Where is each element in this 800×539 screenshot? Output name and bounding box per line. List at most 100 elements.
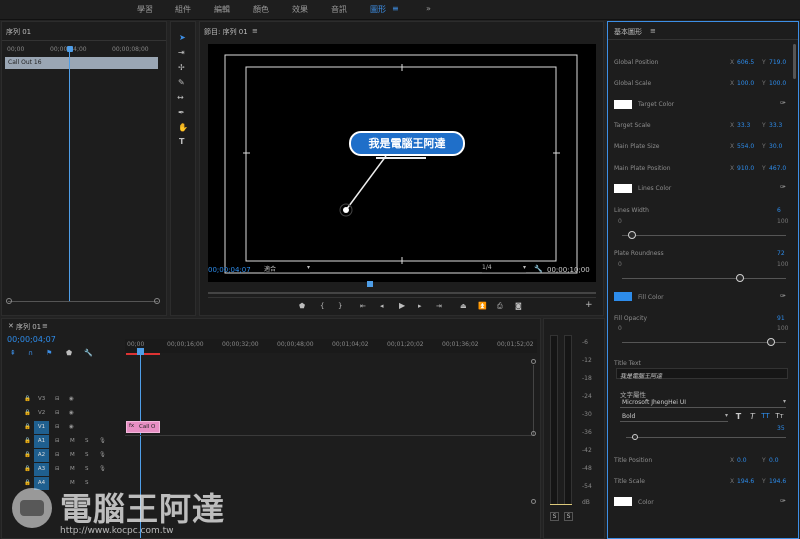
program-playhead[interactable] [367,281,373,287]
go-to-in-icon[interactable]: ⇤ [360,302,366,310]
mic-icon[interactable]: 🎙 [99,452,106,458]
source-playhead-marker[interactable] [67,46,73,52]
timeline-settings-icon[interactable]: 🔧 [84,349,93,357]
lines-width-slider[interactable] [627,231,636,239]
target-scale-x[interactable]: 33.3 [737,122,750,129]
main-plate-size-y[interactable]: 30.0 [769,143,782,150]
callout-title[interactable]: 我是電腦王阿達 [349,131,465,156]
font-style-dropdown[interactable]: Bold ▾ [620,412,728,422]
program-time-ruler[interactable] [208,292,596,294]
target-scale-y[interactable]: 33.3 [769,122,782,129]
track-name[interactable]: V1 [34,421,49,434]
title-text-input[interactable]: 我是電腦王阿達 [616,368,788,380]
step-back-icon[interactable]: ◂ [380,302,384,310]
target-color-swatch[interactable] [614,100,632,109]
solo-right-button[interactable]: S [564,512,573,521]
sync-lock-icon[interactable]: ⊟ [55,410,60,416]
solo-left-button[interactable]: S [550,512,559,521]
main-plate-position-x[interactable]: 910.0 [737,165,754,172]
source-scrollbar[interactable] [8,301,158,302]
mute-icon[interactable]: M [70,466,75,472]
lines-width-track[interactable] [622,235,786,236]
solo-icon[interactable]: S [85,466,89,472]
eyedropper-icon[interactable]: ✑ [780,292,786,300]
razor-tool-icon[interactable]: ✎ [178,79,185,87]
timeline-ruler[interactable]: 00;00 00;00;16;00 00;00;32;00 00;00;48;0… [125,339,537,353]
workspace-editing[interactable]: 編輯 [214,4,230,15]
track-a1[interactable]: 🔒 A1 ⊟ M S 🎙 [2,435,125,448]
sync-lock-icon[interactable]: ⊟ [55,452,60,458]
lift-icon[interactable]: ⏏ [460,302,467,310]
global-position-y[interactable]: 719.0 [769,59,786,66]
workspace-assembly[interactable]: 組件 [175,4,191,15]
solo-icon[interactable]: S [85,452,89,458]
global-scale-y[interactable]: 100.0 [769,80,786,87]
title-color-swatch[interactable] [614,497,632,506]
font-size-track[interactable] [626,437,786,438]
eyedropper-icon[interactable]: ✑ [780,99,786,107]
global-scale-x[interactable]: 100.0 [737,80,754,87]
lines-color-swatch[interactable] [614,184,632,193]
track-a3[interactable]: 🔒 A3 ⊟ M S 🎙 [2,463,125,476]
plate-roundness-track[interactable] [622,278,786,279]
track-v2[interactable]: 🔒 V2 ⊟ ◉ [2,407,125,420]
title-position-x[interactable]: 0.0 [737,457,747,464]
font-size-value[interactable]: 35 [777,425,785,432]
hand-tool-icon[interactable]: ✋ [178,124,188,132]
program-menu-icon[interactable]: ≡ [252,27,258,35]
title-scale-y[interactable]: 194.6 [769,478,786,485]
timeline-timecode[interactable]: 00;00;04;07 [7,335,56,344]
mic-icon[interactable]: 🎙 [99,438,106,444]
timeline-clip-callout[interactable]: fx Call O [126,421,160,433]
ripple-edit-tool-icon[interactable]: ✢ [178,64,185,72]
more-workspaces-icon[interactable]: » [426,4,431,13]
source-scroll-left-handle[interactable] [6,298,12,304]
mic-icon[interactable]: 🎙 [99,466,106,472]
sync-lock-icon[interactable]: ⊟ [55,396,60,402]
export-frame-icon[interactable]: ⎙ [497,302,503,310]
eye-icon[interactable]: ◉ [69,396,74,402]
italic-button[interactable]: T [748,412,757,421]
lock-icon[interactable]: 🔒 [24,438,31,444]
font-size-slider[interactable] [632,434,638,440]
lock-icon[interactable]: 🔒 [24,452,31,458]
workspace-graphics[interactable]: 圖形 [370,4,386,15]
panel-scrollbar[interactable] [793,44,796,79]
go-to-out-icon[interactable]: ⇥ [436,302,442,310]
linked-selection-icon[interactable]: ⚑ [46,349,52,357]
fill-opacity-value[interactable]: 91 [777,315,785,322]
vertical-scroll-handle-mid[interactable] [531,431,536,436]
eyedropper-icon[interactable]: ✑ [780,183,786,191]
resolution-dropdown[interactable]: 1/4 ▾ [482,264,526,273]
global-position-x[interactable]: 606.5 [737,59,754,66]
add-button-icon[interactable]: + [585,301,593,310]
wrench-icon[interactable]: 🔧 [534,265,543,273]
mute-icon[interactable]: M [70,452,75,458]
mark-in-icon[interactable]: { [320,302,324,310]
main-plate-position-y[interactable]: 467.0 [769,165,786,172]
type-tool-icon[interactable]: T [179,138,184,146]
track-name[interactable]: A2 [34,449,49,462]
close-icon[interactable]: ✕ [8,322,14,330]
sync-lock-icon[interactable]: ⊟ [55,466,60,472]
title-position-y[interactable]: 0.0 [769,457,779,464]
snap-icon[interactable]: ∩ [28,349,33,357]
track-name[interactable]: A3 [34,463,49,476]
program-monitor[interactable]: 我是電腦王阿達 [208,44,596,282]
source-clip[interactable]: Call Out 16 [5,57,158,69]
workspace-effects[interactable]: 效果 [292,4,308,15]
main-plate-size-x[interactable]: 554.0 [737,143,754,150]
selection-tool-icon[interactable]: ➤ [179,34,186,42]
program-zoom-bar[interactable] [208,297,596,298]
all-caps-button[interactable]: TT [761,412,770,421]
eye-icon[interactable]: ◉ [69,424,74,430]
workspace-audio[interactable]: 音訊 [331,4,347,15]
track-a2[interactable]: 🔒 A2 ⊟ M S 🎙 [2,449,125,462]
lock-icon[interactable]: 🔒 [24,396,31,402]
pen-tool-icon[interactable]: ✒ [178,109,185,117]
mark-out-icon[interactable]: } [338,302,342,310]
nest-icon[interactable]: ⇞ [10,349,16,357]
font-family-dropdown[interactable]: Microsoft JhengHei UI ▾ [620,398,786,408]
workspace-learn[interactable]: 學習 [137,4,153,15]
lock-icon[interactable]: 🔒 [24,424,31,430]
